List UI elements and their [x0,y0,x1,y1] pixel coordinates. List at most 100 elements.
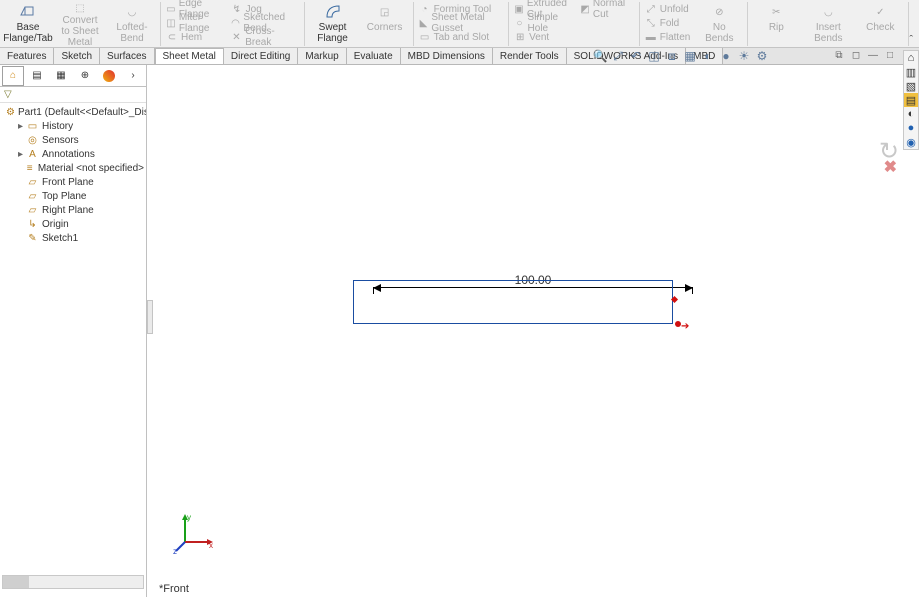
triad-x-label: x [209,541,213,550]
miter-flange-icon: ◫ [166,17,176,29]
part-icon: ⚙ [6,106,15,119]
tree-item-annotations[interactable]: ▸AAnnotations [2,147,144,161]
section-view-icon[interactable]: ◫ [647,49,661,63]
apply-scene-icon[interactable]: ☀ [737,49,751,63]
tab-slot-button: ▭Tab and Slot [417,30,506,44]
label: BaseFlange/Tab [3,22,52,44]
flatten-button: ▬Flatten [643,30,693,44]
miter-flange-button: ◫Miter Flange [164,16,227,30]
tree-item-material[interactable]: ≡Material <not specified> [2,161,144,175]
feature-manager-pane: ⌂ ▤ ▦ ⊕ › ▽ ⚙ Part1 (Default<<Default>_D… [0,65,147,597]
swept-flange-icon [324,3,342,21]
hem-icon: ⊂ [166,31,178,43]
taskpane-view-palette-icon[interactable]: ◐ [904,107,918,121]
tab-direct-editing[interactable]: Direct Editing [224,48,298,64]
label: NoBends [705,22,733,44]
scrollbar-thumb[interactable] [3,576,29,588]
fm-tab-overflow[interactable]: › [122,66,144,86]
dimxpert-icon: ⊕ [81,70,89,81]
cancel-icon[interactable]: ✖ [884,157,897,177]
command-manager-tabs: Features Sketch Surfaces Sheet Metal Dir… [0,48,919,65]
edit-appearance-icon[interactable]: ● [719,49,733,63]
rip-icon: ✂ [767,3,785,21]
collapse-ribbon-button[interactable]: ˆ [909,2,919,46]
fm-tab-dimxpert[interactable]: ⊕ [74,66,96,86]
tree-horizontal-scrollbar[interactable] [2,575,144,589]
material-icon: ≡ [24,162,34,175]
check-button: ✓ Check [854,2,906,46]
label: Corners [367,22,403,33]
triad-y-label: y [187,513,191,522]
view-settings-icon[interactable]: ⚙ [755,49,769,63]
display-style-icon[interactable]: ▦ [683,49,697,63]
tab-evaluate[interactable]: Evaluate [347,48,401,64]
view-name-label: *Front [159,583,189,595]
zoom-fit-icon[interactable]: 🔍 [593,49,607,63]
tab-markup[interactable]: Markup [298,48,346,64]
sm-gusset-icon: ◣ [419,17,429,29]
hide-show-icon[interactable]: ◐ [701,49,715,63]
tab-sketch[interactable]: Sketch [54,48,100,64]
expand-icon[interactable]: ▸ [18,121,26,132]
forming-tool-icon: ◔ [419,3,431,15]
tab-sheet-metal[interactable]: Sheet Metal [155,48,224,64]
feature-tree: ⚙ Part1 (Default<<Default>_Display Sta ▸… [0,103,146,575]
window-maximize-icon[interactable]: □ [882,48,898,62]
taskpane-design-library-icon[interactable]: ▧ [904,79,918,93]
taskpane-custom-props-icon[interactable]: ◉ [904,135,918,149]
fm-tab-property-manager[interactable]: ▤ [26,66,48,86]
base-flange-button[interactable]: BaseFlange/Tab [2,2,54,46]
expand-icon[interactable]: ▸ [18,149,26,160]
tree-item-origin[interactable]: ↳Origin [2,217,144,231]
fm-tab-feature-tree[interactable]: ⌂ [2,66,24,86]
task-pane-tabs: ⌂ ▥ ▧ ▤ ◐ ● ◉ [903,50,919,150]
history-icon: ▭ [26,120,39,133]
fm-tab-display-manager[interactable] [98,66,120,86]
tree-item-sketch1[interactable]: ✎Sketch1 [2,231,144,245]
taskpane-home-icon[interactable]: ⌂ [904,51,918,65]
flatten-icon: ▬ [645,31,657,43]
window-link-icon[interactable]: ⧉ [831,48,847,62]
taskpane-file-explorer-icon[interactable]: ▤ [904,93,918,107]
tree-item-top-plane[interactable]: ▱Top Plane [2,189,144,203]
triad-z-label: z [173,547,177,556]
zoom-area-icon[interactable]: ⤢ [611,49,625,63]
filter-icon: ▽ [4,89,12,100]
fold-icon: ⤡ [645,17,657,29]
label: Check [866,22,894,33]
tree-item-history[interactable]: ▸▭History [2,119,144,133]
label: SweptFlange [317,22,348,44]
annotations-icon: A [26,148,39,161]
previous-view-icon[interactable]: ↶ [629,49,643,63]
tab-render-tools[interactable]: Render Tools [493,48,567,64]
edge-flange-icon: ▭ [166,3,176,15]
tree-item-right-plane[interactable]: ▱Right Plane [2,203,144,217]
taskpane-resources-icon[interactable]: ▥ [904,65,918,79]
tab-features[interactable]: Features [0,48,54,64]
window-minimize-icon[interactable]: — [865,48,881,62]
tree-item-sensors[interactable]: ◎Sensors [2,133,144,147]
ribbon: BaseFlange/Tab ⬚ Convertto SheetMetal ◡ … [0,0,919,48]
window-new-icon[interactable]: ◻ [848,48,864,62]
normal-cut-button: ◩Normal Cut [578,2,636,16]
feature-tree-filter[interactable]: ▽ [0,87,146,103]
sketch-origin-arrow-icon: ➔ [681,321,689,332]
fm-tab-config-manager[interactable]: ▦ [50,66,72,86]
lofted-bend-button: ◡ Lofted-Bend [106,2,158,46]
fold-button: ⤡Fold [643,16,693,30]
display-manager-icon [103,70,115,82]
simple-hole-icon: ○ [514,17,524,29]
base-flange-icon [19,3,37,21]
unfold-icon: ⤢ [645,3,657,15]
no-bends-icon: ⊘ [710,3,728,21]
tree-item-front-plane[interactable]: ▱Front Plane [2,175,144,189]
view-orientation-icon[interactable]: ⧈ [665,49,679,63]
sketch-rectangle[interactable] [353,280,673,324]
graphics-area[interactable]: 100.00 ➔ y x z *Front ↻ ✖ [153,65,919,597]
taskpane-appearances-icon[interactable]: ● [904,121,918,135]
swept-flange-button[interactable]: SweptFlange [307,2,359,46]
orientation-triad[interactable]: y x z [173,514,213,557]
tab-mbd-dimensions[interactable]: MBD Dimensions [401,48,493,64]
tree-root-part[interactable]: ⚙ Part1 (Default<<Default>_Display Sta [2,105,144,119]
tab-surfaces[interactable]: Surfaces [100,48,154,64]
